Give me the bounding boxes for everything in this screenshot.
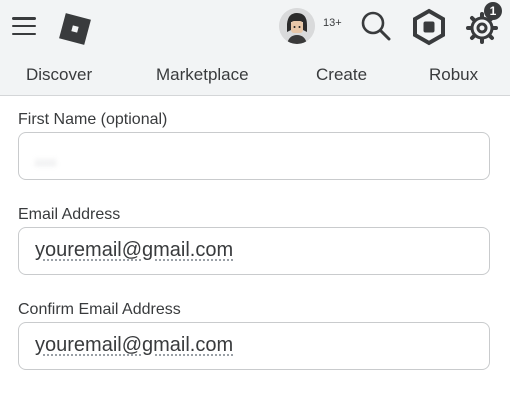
top-bar: 13+ 1 bbox=[0, 0, 510, 55]
first-name-value: ...... bbox=[35, 149, 57, 164]
first-name-field[interactable]: ...... bbox=[18, 132, 490, 180]
hamburger-menu-icon[interactable] bbox=[12, 17, 36, 36]
confirm-email-field[interactable]: youremail@gmail.com bbox=[18, 322, 490, 370]
nav-bar: Discover Marketplace Create Robux bbox=[0, 55, 510, 96]
nav-item-create[interactable]: Create bbox=[316, 65, 367, 85]
first-name-label: First Name (optional) bbox=[18, 111, 168, 128]
confirm-email-value: youremail@gmail.com bbox=[35, 334, 234, 356]
nav-item-discover[interactable]: Discover bbox=[26, 65, 92, 85]
avatar[interactable] bbox=[279, 8, 315, 44]
avatar-image bbox=[279, 8, 315, 44]
email-value: youremail@gmail.com bbox=[35, 239, 234, 261]
search-icon[interactable] bbox=[358, 8, 394, 44]
confirm-email-label: Confirm Email Address bbox=[18, 301, 181, 318]
nav-item-marketplace[interactable]: Marketplace bbox=[156, 65, 249, 85]
email-field[interactable]: youremail@gmail.com bbox=[18, 227, 490, 275]
notification-badge[interactable]: 1 bbox=[484, 2, 502, 20]
robux-icon[interactable] bbox=[410, 8, 448, 46]
nav-item-robux[interactable]: Robux bbox=[429, 65, 478, 85]
email-label: Email Address bbox=[18, 206, 121, 223]
roblox-logo-icon[interactable] bbox=[55, 9, 95, 49]
age-badge: 13+ bbox=[323, 17, 342, 29]
